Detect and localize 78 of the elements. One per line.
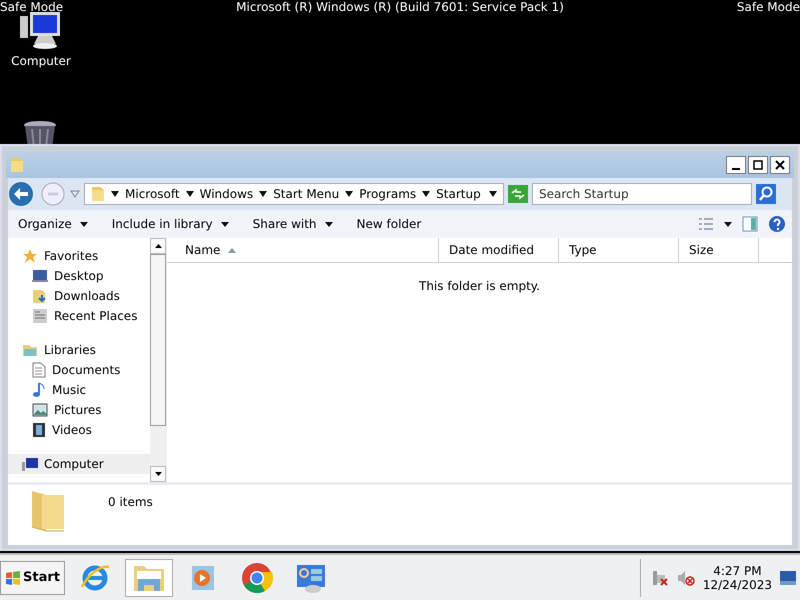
up-arrow-icon (154, 244, 162, 248)
speaker-muted-icon[interactable] (676, 568, 695, 587)
music-note-icon (32, 382, 46, 398)
star-icon (22, 248, 38, 264)
scrollbar-thumb[interactable] (150, 254, 166, 426)
item-count: 0 items (108, 495, 153, 510)
download-folder-icon (32, 288, 48, 304)
picture-icon (32, 403, 48, 418)
breadcrumb-caret-icon[interactable] (259, 191, 268, 198)
close-icon (775, 160, 785, 170)
toolbar-button[interactable]: New folder (352, 215, 426, 234)
sidebar-item[interactable]: Libraries (8, 340, 150, 360)
desktop-icon-label[interactable]: Computer (11, 54, 71, 68)
sidebar-item[interactable]: Music (8, 380, 150, 400)
sidebar-item[interactable]: Pictures (8, 400, 150, 420)
scroll-up-button[interactable] (150, 238, 166, 254)
network-error-icon[interactable] (650, 568, 669, 587)
view-list-icon[interactable] (698, 217, 714, 232)
breadcrumb-caret-icon[interactable] (422, 191, 430, 198)
folder-icon (10, 157, 24, 174)
search-icon[interactable] (756, 184, 776, 204)
scroll-down-button[interactable] (150, 466, 166, 482)
sidebar-item[interactable]: Documents (8, 360, 150, 380)
down-arrow-icon (154, 472, 162, 476)
view-caret-icon[interactable] (724, 222, 732, 227)
minimize-icon (732, 168, 740, 170)
sidebar-item[interactable]: Favorites (8, 246, 150, 266)
sidebar-item[interactable]: Recent Places (8, 306, 150, 326)
library-icon (22, 343, 38, 358)
recent-places-icon (32, 308, 48, 324)
browser-icon (78, 562, 111, 593)
maximize-icon (753, 160, 763, 170)
preview-pane-icon[interactable] (742, 216, 758, 232)
column-header[interactable]: Name (167, 238, 439, 262)
document-icon (32, 362, 46, 378)
column-header[interactable]: Size (679, 238, 759, 262)
breadcrumb[interactable]: Startup (436, 187, 481, 202)
clock-time[interactable]: 4:27 PM (713, 564, 762, 578)
breadcrumb[interactable]: Microsoft (125, 187, 180, 202)
column-header[interactable]: Date modified (439, 238, 559, 262)
show-desktop-icon[interactable] (780, 570, 796, 585)
sidebar-item[interactable]: Desktop (8, 266, 150, 286)
toolbar-button[interactable]: Include in library (108, 215, 233, 234)
safe-mode-label: Safe Mode (736, 0, 800, 14)
empty-folder-message: This folder is empty. (418, 278, 541, 294)
desktop-icon (32, 269, 48, 284)
safe-mode-label: Safe Mode (0, 0, 64, 14)
start-button[interactable]: Start (0, 560, 65, 595)
maximize-button[interactable] (748, 156, 768, 174)
toolbar-button[interactable]: Organize (14, 215, 92, 234)
toolbar-button[interactable]: Share with (248, 215, 337, 234)
taskbar-button[interactable] (124, 558, 173, 597)
breadcrumb[interactable]: Programs (359, 187, 416, 202)
sidebar-item[interactable]: Videos (8, 420, 150, 440)
flag-icon (5, 570, 21, 585)
clock-date[interactable]: 12/24/2023 (702, 578, 772, 592)
breadcrumb-caret-icon[interactable] (111, 191, 119, 198)
sidebar-item[interactable]: Computer (8, 454, 150, 474)
control-panel-icon (294, 562, 327, 593)
history-caret-icon[interactable] (70, 190, 80, 198)
refresh-icon[interactable] (508, 185, 528, 204)
breadcrumb-caret-icon[interactable] (345, 191, 354, 198)
address-bar[interactable]: Microsoft Windows Start Menu Programs Startup (84, 183, 504, 206)
search-field[interactable]: Search Startup (532, 183, 752, 206)
breadcrumb[interactable]: Windows (200, 187, 254, 202)
dropdown-caret-icon[interactable] (489, 191, 497, 198)
breadcrumb[interactable]: Start Menu (273, 187, 340, 202)
breadcrumb-caret-icon[interactable] (186, 191, 194, 198)
film-icon (32, 422, 46, 438)
column-header[interactable]: Type (559, 238, 679, 262)
help-icon[interactable] (768, 215, 786, 234)
folder-icon (91, 186, 105, 202)
computer-icon (22, 458, 38, 471)
browser-icon (240, 562, 273, 594)
close-button[interactable] (770, 156, 790, 174)
minimize-button[interactable] (726, 156, 746, 174)
build-label: Microsoft (R) Windows (R) (Build 7601: Service Pack 1) (236, 0, 564, 14)
sidebar-item[interactable]: Downloads (8, 286, 150, 306)
